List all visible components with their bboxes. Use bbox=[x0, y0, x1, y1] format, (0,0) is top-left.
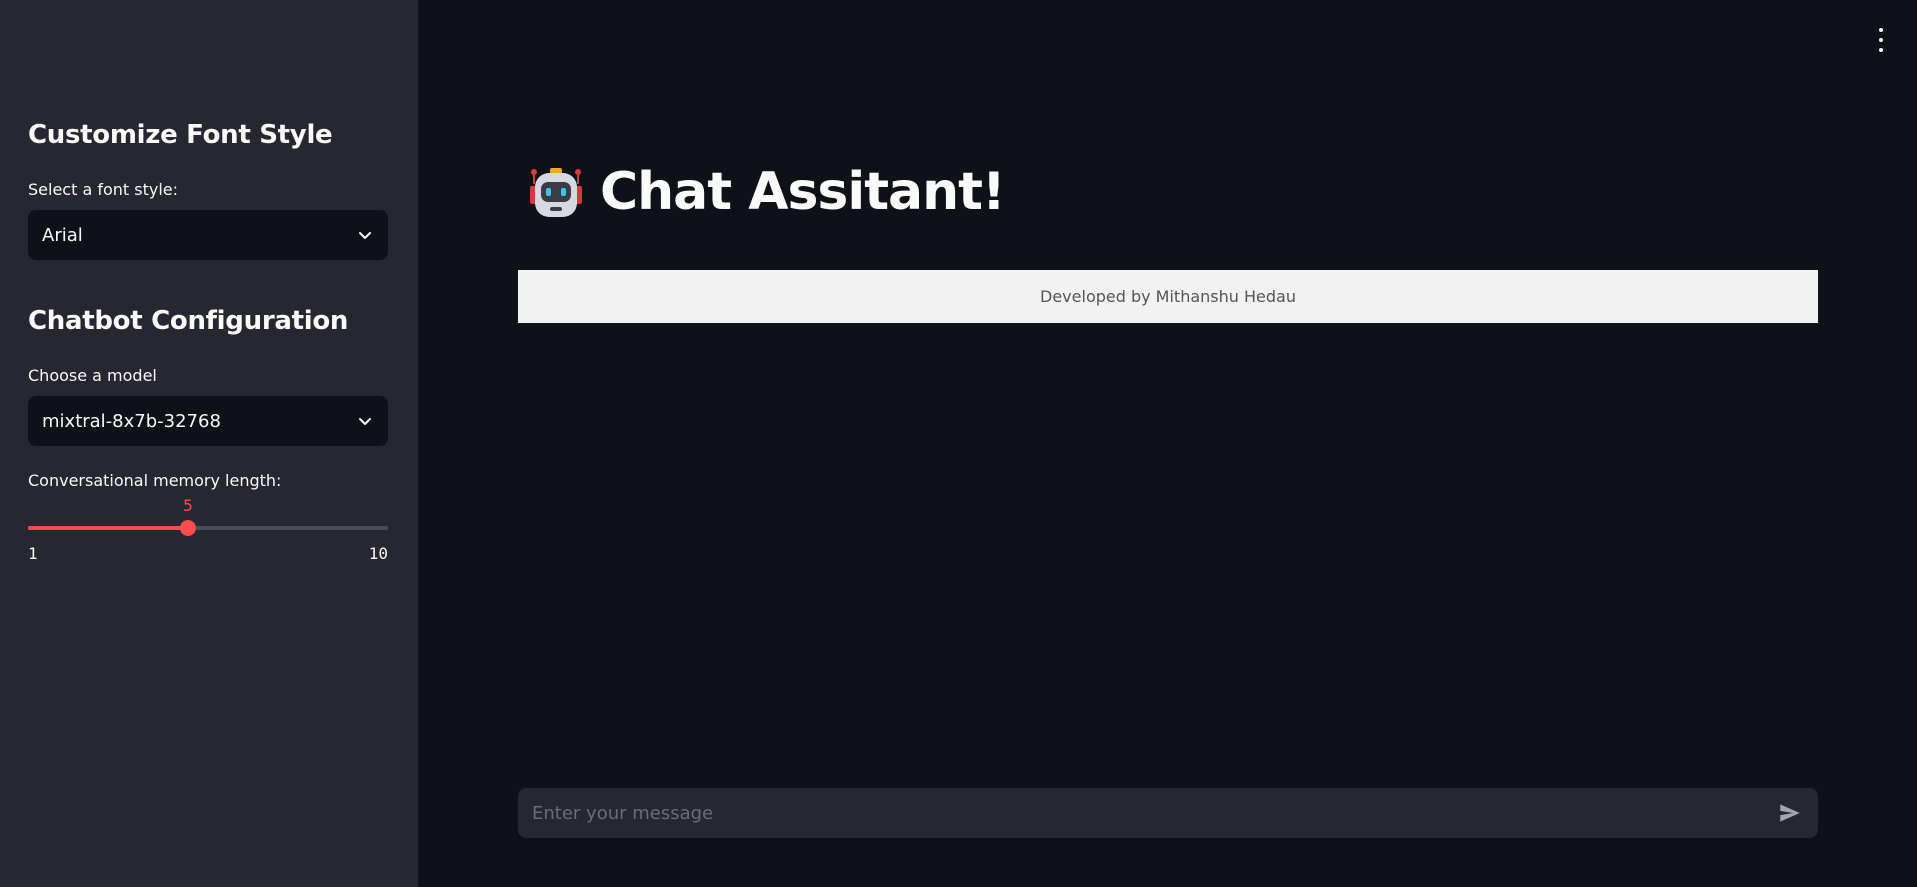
memory-length-slider[interactable]: 5 1 10 bbox=[28, 496, 388, 570]
vertical-dots-icon bbox=[1879, 28, 1883, 32]
chat-input-container bbox=[518, 787, 1818, 839]
memory-length-label: Conversational memory length: bbox=[28, 471, 282, 490]
model-select[interactable]: mixtral-8x7b-32768 bbox=[28, 396, 388, 446]
main-menu-button[interactable] bbox=[1873, 28, 1889, 52]
slider-current-value: 5 bbox=[183, 496, 193, 515]
model-selected-value: mixtral-8x7b-32768 bbox=[42, 410, 221, 432]
font-style-selected-value: Arial bbox=[42, 224, 83, 246]
main-content: Chat Assitant! Developed by Mithanshu He… bbox=[418, 0, 1917, 887]
slider-max-label: 10 bbox=[368, 544, 388, 563]
model-label: Choose a model bbox=[28, 366, 157, 385]
sidebar: Customize Font Style Select a font style… bbox=[0, 0, 418, 887]
font-style-select[interactable]: Arial bbox=[28, 210, 388, 260]
page-title: Chat Assitant! bbox=[600, 162, 1006, 222]
chevron-down-icon bbox=[356, 226, 374, 244]
robot-icon bbox=[530, 168, 582, 217]
slider-thumb[interactable] bbox=[180, 520, 196, 536]
page-header: Chat Assitant! bbox=[526, 162, 1006, 222]
app-window: Customize Font Style Select a font style… bbox=[0, 0, 1917, 887]
slider-min-label: 1 bbox=[28, 544, 38, 563]
font-style-heading: Customize Font Style bbox=[28, 120, 333, 150]
developer-banner: Developed by Mithanshu Hedau bbox=[518, 270, 1818, 323]
font-style-label: Select a font style: bbox=[28, 180, 179, 199]
developer-credit-text: Developed by Mithanshu Hedau bbox=[1040, 287, 1296, 306]
chatbot-config-heading: Chatbot Configuration bbox=[28, 306, 349, 336]
slider-fill bbox=[28, 526, 188, 530]
chevron-down-icon bbox=[356, 412, 374, 430]
message-input[interactable] bbox=[530, 787, 1774, 839]
send-icon bbox=[1780, 804, 1800, 822]
send-button[interactable] bbox=[1774, 797, 1806, 829]
